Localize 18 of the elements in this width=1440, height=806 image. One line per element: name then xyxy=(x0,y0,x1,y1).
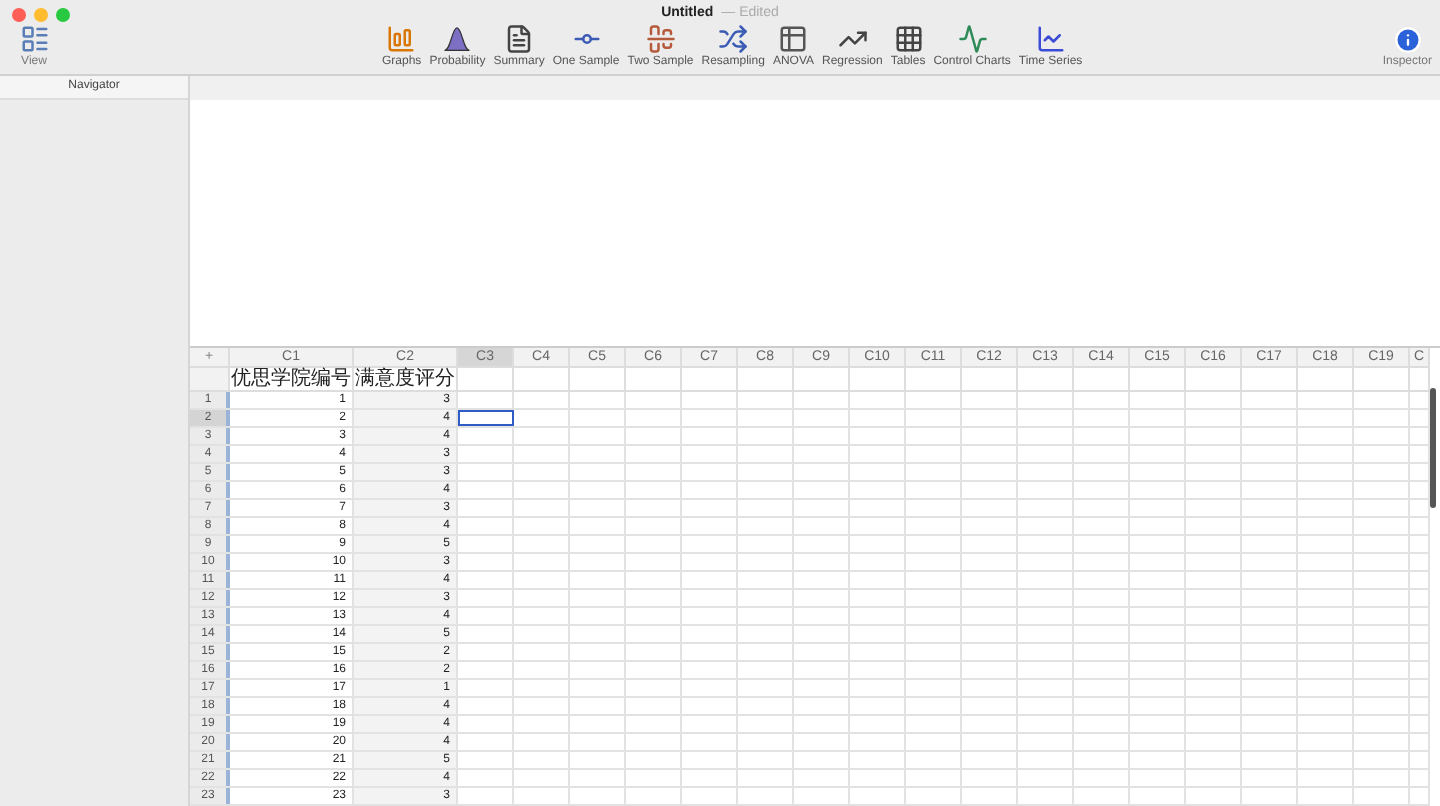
line-chart-icon xyxy=(1035,24,1066,54)
document-icon xyxy=(504,24,535,54)
close-icon[interactable] xyxy=(12,8,26,22)
bar-chart-icon xyxy=(386,24,417,54)
two-lines-icon xyxy=(645,24,676,54)
zoom-icon[interactable] xyxy=(56,8,70,22)
bell-curve-icon xyxy=(442,24,473,54)
shuffle-icon xyxy=(718,24,749,54)
info-icon xyxy=(1393,26,1422,54)
column-name-cell[interactable]: 优思学院编号 xyxy=(230,368,354,390)
table-icon xyxy=(778,24,809,54)
selected-cell[interactable] xyxy=(458,410,514,426)
grid-icon xyxy=(893,24,924,54)
scrollbar[interactable] xyxy=(1430,388,1436,508)
minimize-icon[interactable] xyxy=(34,8,48,22)
control-chart-icon xyxy=(957,24,988,54)
list-layout-icon xyxy=(19,24,49,54)
column-name-cell[interactable]: 满意度评分 xyxy=(354,368,458,390)
